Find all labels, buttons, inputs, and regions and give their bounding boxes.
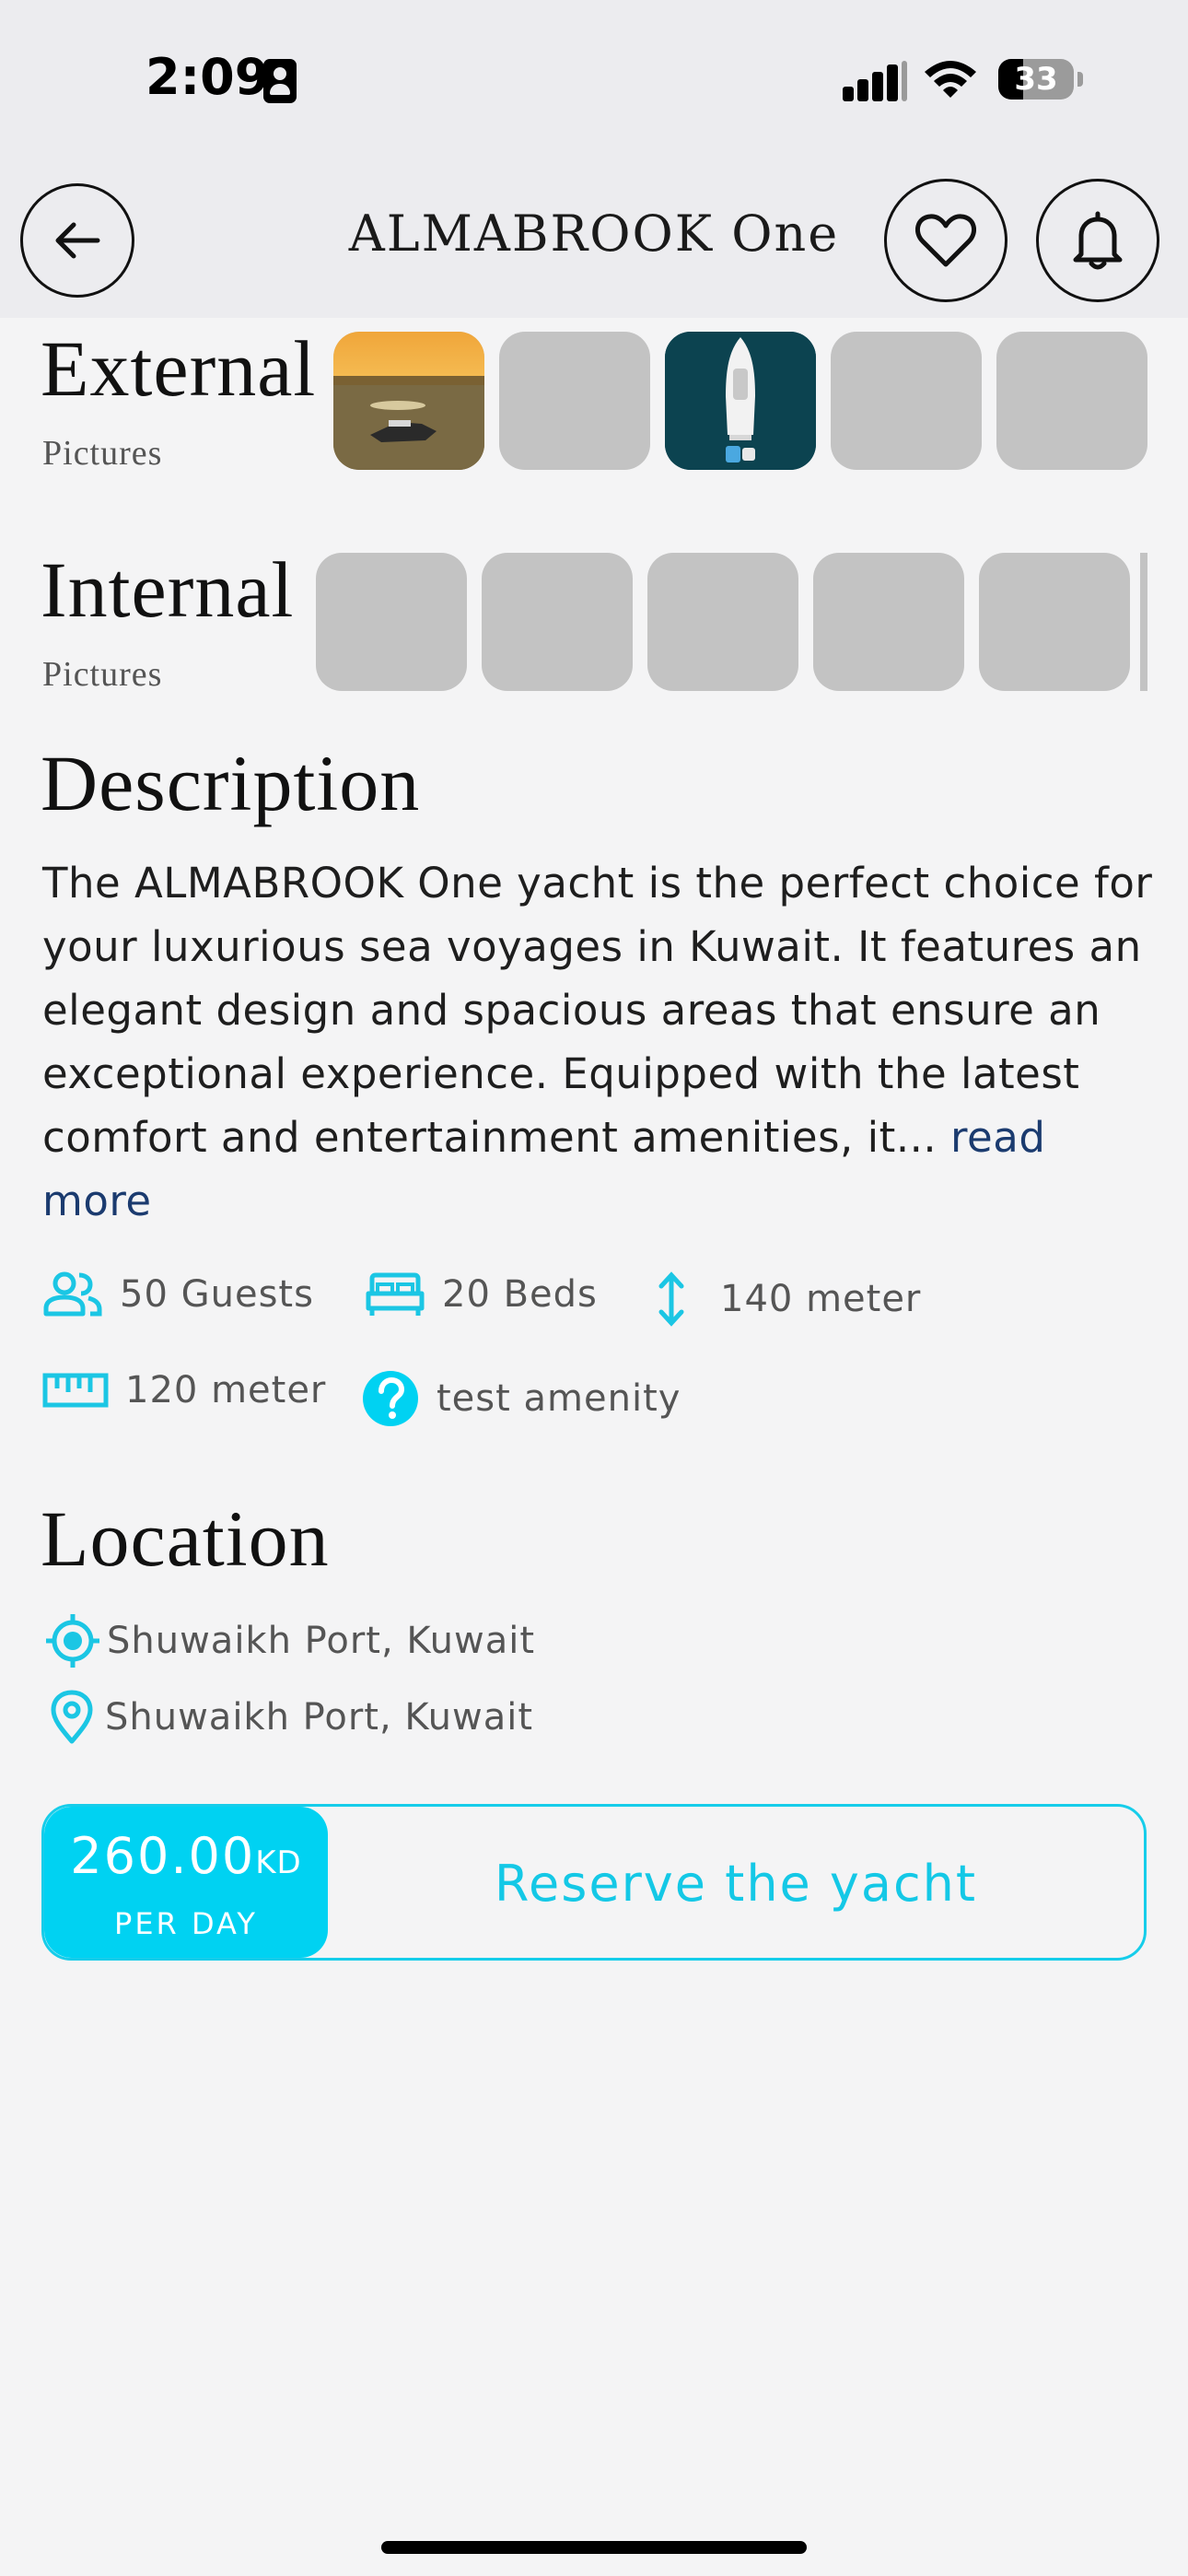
external-subtitle: Pictures bbox=[42, 434, 163, 473]
internal-thumbnail-placeholder[interactable] bbox=[316, 553, 467, 691]
amenity-length: 120 meter bbox=[42, 1369, 326, 1411]
bell-icon bbox=[1073, 211, 1123, 270]
status-time: 2:09 bbox=[146, 48, 270, 106]
contact-icon bbox=[263, 59, 297, 103]
internal-thumbnail-placeholder[interactable] bbox=[813, 553, 964, 691]
internal-title: Internal bbox=[41, 545, 295, 634]
notification-button[interactable] bbox=[1036, 179, 1159, 302]
ruler-icon bbox=[42, 1373, 109, 1408]
description-title: Description bbox=[41, 739, 421, 827]
reserve-button[interactable]: 260.00KD PER DAY Reserve the yacht bbox=[41, 1804, 1147, 1961]
wifi-icon bbox=[925, 61, 976, 98]
question-icon bbox=[363, 1371, 418, 1426]
favorite-button[interactable] bbox=[884, 179, 1007, 302]
internal-thumbnail-placeholder[interactable] bbox=[1140, 553, 1147, 691]
price-unit: PER DAY bbox=[114, 1906, 258, 1941]
bed-icon bbox=[366, 1272, 425, 1316]
price-value: 260.00 bbox=[70, 1827, 256, 1885]
price-badge: 260.00KD PER DAY bbox=[44, 1807, 328, 1958]
internal-subtitle: Pictures bbox=[42, 655, 163, 694]
internal-thumbnail-placeholder[interactable] bbox=[482, 553, 633, 691]
location-row[interactable]: Shuwaikh Port, Kuwait bbox=[48, 1690, 533, 1745]
amenity-height: 140 meter bbox=[650, 1271, 921, 1327]
internal-thumbnail-placeholder[interactable] bbox=[979, 553, 1130, 691]
external-thumbnail-placeholder[interactable] bbox=[831, 332, 982, 470]
home-indicator[interactable] bbox=[381, 2541, 807, 2554]
external-thumbnail[interactable] bbox=[333, 332, 484, 470]
aerial-yacht-photo bbox=[665, 332, 816, 470]
location-label: Shuwaikh Port, Kuwait bbox=[107, 1620, 536, 1662]
sunset-yacht-photo bbox=[333, 332, 484, 470]
amenity-label: 20 Beds bbox=[442, 1273, 598, 1316]
amenity-beds: 20 Beds bbox=[365, 1271, 598, 1317]
location-row[interactable]: Shuwaikh Port, Kuwait bbox=[44, 1612, 535, 1669]
battery-level: 33 bbox=[1014, 61, 1058, 98]
amenity-label: 120 meter bbox=[125, 1369, 327, 1411]
description-text: The ALMABROOK One yacht is the perfect c… bbox=[42, 851, 1157, 1233]
map-pin-icon bbox=[51, 1690, 93, 1744]
amenity-test: test amenity bbox=[361, 1369, 681, 1428]
price-amount: 260.00KD bbox=[44, 1827, 328, 1885]
battery-icon: 33 bbox=[998, 59, 1074, 100]
price-currency: KD bbox=[255, 1844, 302, 1881]
amenity-guests: 50 Guests bbox=[42, 1271, 314, 1317]
heart-icon bbox=[915, 214, 976, 267]
cellular-signal-icon bbox=[843, 61, 907, 101]
external-thumbnail-placeholder[interactable] bbox=[499, 332, 650, 470]
back-button[interactable] bbox=[20, 183, 134, 298]
amenity-label: test amenity bbox=[437, 1377, 681, 1420]
reserve-label: Reserve the yacht bbox=[494, 1855, 978, 1913]
height-icon bbox=[658, 1271, 684, 1327]
location-label: Shuwaikh Port, Kuwait bbox=[105, 1696, 534, 1739]
arrow-left-icon bbox=[55, 222, 100, 259]
gps-target-icon bbox=[46, 1614, 99, 1668]
battery-nub bbox=[1077, 72, 1083, 87]
guests-icon bbox=[43, 1271, 102, 1317]
internal-thumbnail-placeholder[interactable] bbox=[647, 553, 798, 691]
external-title: External bbox=[41, 324, 317, 413]
external-thumbnail-placeholder[interactable] bbox=[996, 332, 1147, 470]
amenity-label: 140 meter bbox=[720, 1278, 922, 1320]
external-thumbnail[interactable] bbox=[665, 332, 816, 470]
amenity-label: 50 Guests bbox=[120, 1273, 314, 1316]
page-title: ALMABROOK One bbox=[348, 205, 840, 263]
location-title: Location bbox=[41, 1494, 330, 1583]
